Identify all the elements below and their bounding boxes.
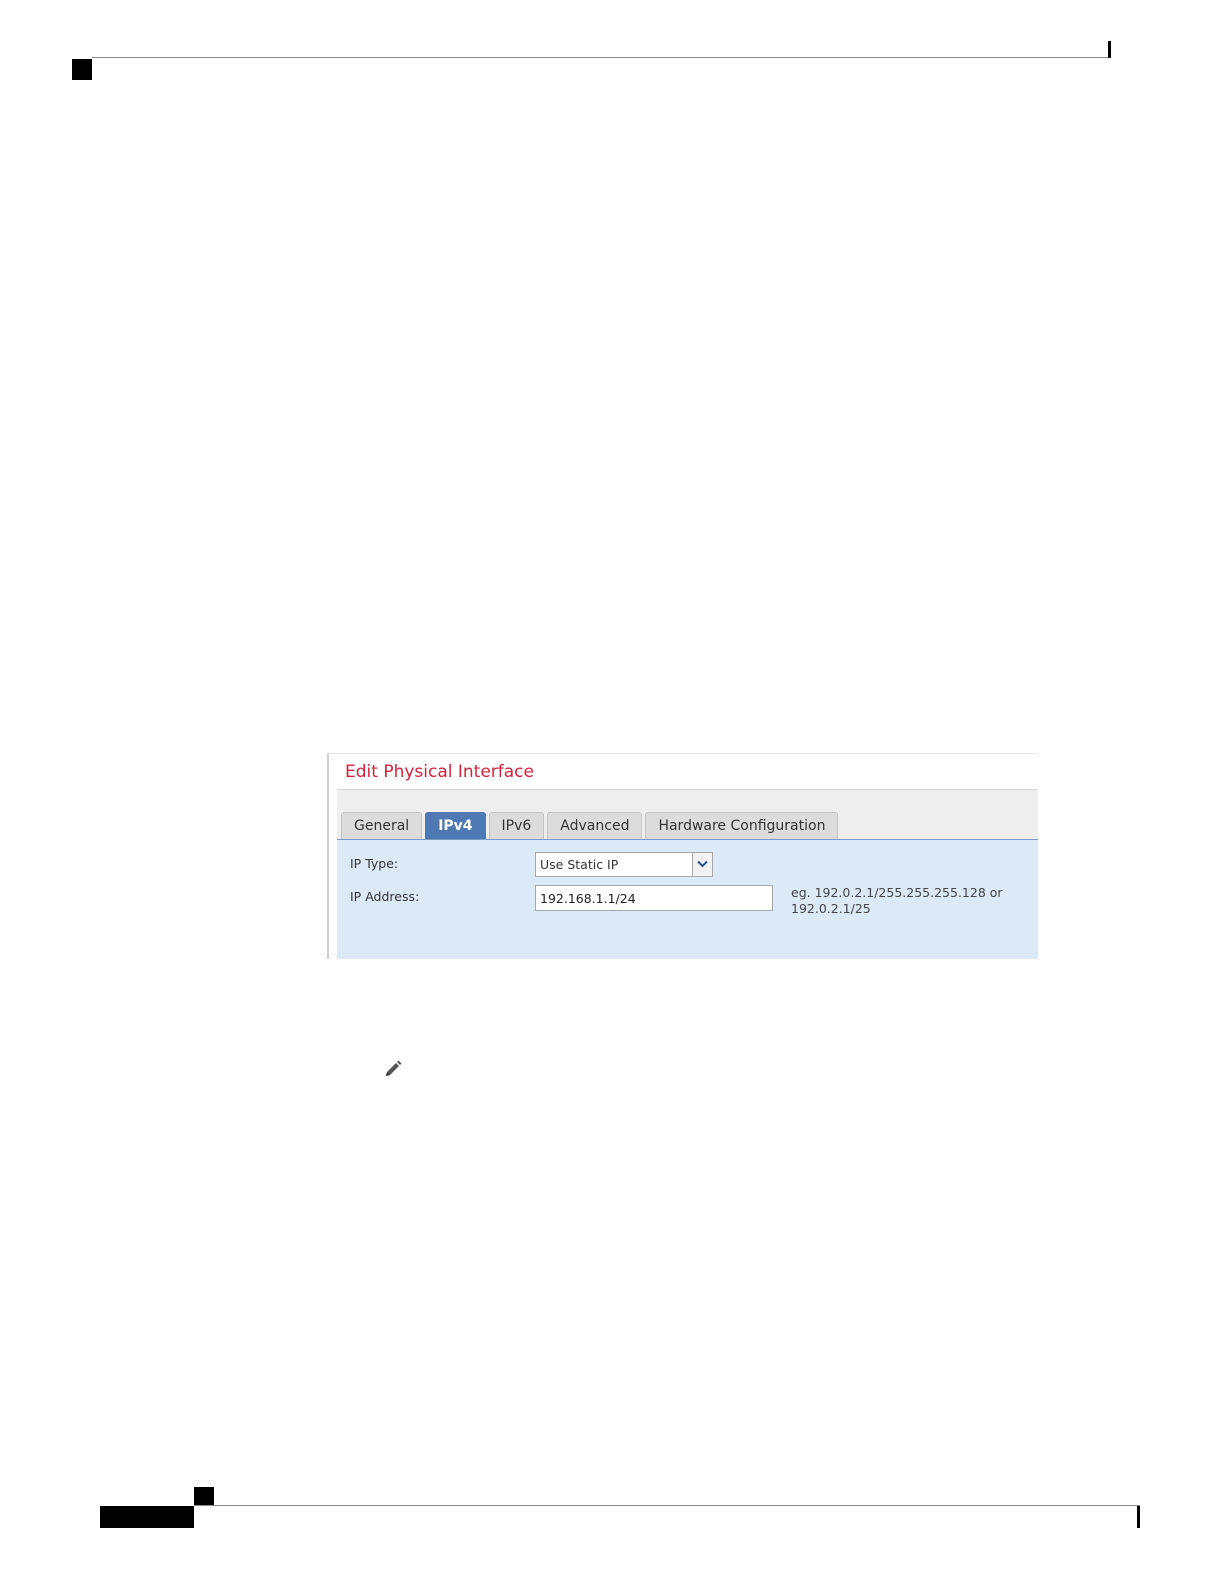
tab-ipv4[interactable]: IPv4 — [425, 812, 486, 839]
pencil-icon — [386, 1060, 402, 1076]
ip-address-label: IP Address: — [350, 889, 420, 904]
header-corner-block — [72, 59, 92, 80]
footer-bar — [100, 1506, 194, 1528]
tab-general[interactable]: General — [341, 812, 423, 839]
tab-strip: General IPv4 IPv6 Advanced Hardware Conf… — [337, 789, 1038, 841]
ip-address-hint: eg. 192.0.2.1/255.255.255.128 or 192.0.2… — [791, 885, 1031, 917]
tab-list: General IPv4 IPv6 Advanced Hardware Conf… — [341, 812, 839, 839]
ip-type-label: IP Type: — [350, 856, 399, 871]
footer-tick — [1137, 1506, 1140, 1528]
header-tick — [1108, 41, 1111, 58]
footer-small-block — [194, 1487, 214, 1505]
hint-line-1: eg. 192.0.2.1/255.255.255.128 or — [791, 885, 1003, 900]
ip-type-select[interactable]: Use Static IP — [535, 852, 713, 877]
chevron-down-icon — [697, 860, 708, 868]
edit-physical-interface-dialog: Edit Physical Interface General IPv4 IPv… — [327, 753, 1038, 959]
ip-address-input[interactable] — [535, 885, 773, 911]
tab-hardware-configuration[interactable]: Hardware Configuration — [645, 812, 839, 839]
tab-advanced[interactable]: Advanced — [547, 812, 643, 839]
dropdown-arrow-button[interactable] — [692, 853, 712, 876]
header-rule — [92, 57, 1111, 58]
footer-rule — [194, 1505, 1140, 1506]
ip-type-value: Use Static IP — [540, 857, 619, 872]
ipv4-panel: IP Type: Use Static IP IP Address: eg. 1… — [337, 840, 1038, 959]
dialog-title: Edit Physical Interface — [345, 762, 534, 782]
tab-ipv6[interactable]: IPv6 — [488, 812, 545, 839]
hint-line-2: 192.0.2.1/25 — [791, 901, 871, 916]
